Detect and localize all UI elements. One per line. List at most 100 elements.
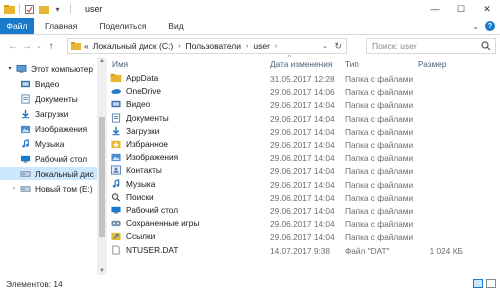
favorites-icon <box>111 140 121 149</box>
file-row[interactable]: Изображения 29.06.2017 14:04 Папка с файла… <box>107 151 500 164</box>
navigation-scrollbar[interactable]: ▲ ▼ <box>97 57 107 275</box>
tab-home[interactable]: Главная <box>34 18 88 34</box>
breadcrumb-separator[interactable]: › <box>178 43 180 50</box>
file-name: NTUSER.DAT <box>126 244 179 255</box>
music-icon <box>112 178 120 188</box>
up-button[interactable]: ↑ <box>44 37 58 55</box>
file-row[interactable]: Ссылки 29.06.2017 14:04 Папка с файлами <box>107 230 500 243</box>
file-type: Папка с файлами <box>345 166 414 177</box>
address-dropdown-icon[interactable]: ⌄ <box>322 42 328 50</box>
folder-icon <box>4 4 15 14</box>
properties-icon[interactable] <box>24 4 35 14</box>
file-name-cell: Контакты <box>110 165 162 175</box>
breadcrumb-separator[interactable]: › <box>246 43 248 50</box>
file-row[interactable]: Музыка 29.06.2017 14:04 Папка с файлами <box>107 178 500 191</box>
file-name: OneDrive <box>126 86 162 97</box>
expand-arrow-icon[interactable]: ▾ <box>6 65 14 72</box>
file-date: 29.06.2017 14:04 <box>270 192 335 203</box>
file-icon <box>112 245 120 255</box>
breadcrumb-item[interactable]: Локальный диск (C:) <box>93 41 173 51</box>
minimize-button[interactable]: — <box>422 0 448 18</box>
file-row[interactable]: Сохраненные игры 29.06.2017 14:04 Папка с … <box>107 217 500 230</box>
scroll-up-icon[interactable]: ▲ <box>97 58 107 64</box>
file-name-cell: Поиски <box>110 192 154 202</box>
search-input[interactable]: Поиск: user <box>366 38 496 54</box>
breadcrumb-item[interactable]: user <box>253 41 270 51</box>
file-name-cell: Сохраненные игры <box>110 218 199 228</box>
back-button[interactable]: ← <box>6 37 20 55</box>
nav-item-label: Этот компьютер <box>31 63 94 74</box>
chevron-down-icon[interactable]: ▾ <box>52 4 63 14</box>
file-name: Изображения <box>126 152 179 163</box>
expand-arrow-icon[interactable]: › <box>10 186 18 192</box>
column-name[interactable]: Имя <box>112 59 128 69</box>
nav-item[interactable]: Рабочий стол <box>0 152 97 165</box>
scroll-down-icon[interactable]: ▼ <box>97 268 107 274</box>
file-name-cell: AppData <box>110 73 158 83</box>
expand-ribbon-icon[interactable]: ⌄ <box>472 22 479 31</box>
scrollbar-thumb[interactable] <box>99 117 105 237</box>
tab-file[interactable]: Файл <box>0 18 34 34</box>
search-icon <box>481 41 491 51</box>
nav-item-label: Музыка <box>35 138 65 149</box>
nav-item[interactable]: Документы <box>0 92 97 105</box>
column-size[interactable]: Размер <box>418 59 447 69</box>
file-name-cell: Загрузки <box>110 126 159 136</box>
file-row[interactable]: Рабочий стол 29.06.2017 14:04 Папка с файл… <box>107 204 500 217</box>
address-bar[interactable]: « Локальный диск (C:) › Пользователи › u… <box>67 38 347 54</box>
file-row[interactable]: NTUSER.DAT 14.07.2017 9:38 Файл "DAT" 1 024… <box>107 244 500 257</box>
nav-item[interactable]: › Новый том (E:) <box>0 182 97 195</box>
file-type: Папка с файлами <box>345 206 414 216</box>
refresh-icon[interactable]: ↻ <box>334 41 342 52</box>
file-row[interactable]: Поиски 29.06.2017 14:04 Папка с файлами <box>107 191 500 204</box>
nav-item[interactable]: Локальный дис <box>0 167 97 180</box>
file-name: Документы <box>126 112 169 123</box>
file-row[interactable]: Избранное 29.06.2017 14:04 Папка с файлами <box>107 138 500 151</box>
file-date: 29.06.2017 14:04 <box>270 206 335 216</box>
file-row[interactable]: Загрузки 29.06.2017 14:04 Папка с файлами <box>107 125 500 138</box>
file-type: Папка с файлами <box>345 219 414 230</box>
pictures-icon <box>20 125 31 133</box>
file-date: 29.06.2017 14:04 <box>270 219 335 230</box>
nav-item[interactable]: ▾ Этот компьютер <box>0 62 97 75</box>
maximize-button[interactable]: ☐ <box>448 0 474 18</box>
file-row[interactable]: Видео 29.06.2017 14:04 Папка с файлами <box>107 98 500 111</box>
close-button[interactable]: ✕ <box>474 0 500 18</box>
file-row[interactable]: Контакты 29.06.2017 14:04 Папка с файлами <box>107 164 500 177</box>
nav-item[interactable]: Музыка <box>0 137 97 150</box>
breadcrumb-separator[interactable]: › <box>275 43 277 50</box>
forward-button[interactable]: → <box>20 37 34 55</box>
file-name-cell: Рабочий стол <box>110 205 178 215</box>
column-type[interactable]: Тип <box>345 59 359 69</box>
breadcrumb-item[interactable]: Пользователи <box>186 41 241 51</box>
tab-view[interactable]: Вид <box>157 18 194 34</box>
tab-share[interactable]: Поделиться <box>88 18 157 34</box>
nav-item-label: Локальный дис <box>35 168 94 179</box>
nav-item[interactable]: Изображения <box>0 122 97 135</box>
file-row[interactable]: Документы 29.06.2017 14:04 Папка с файлами <box>107 112 500 125</box>
file-list-scrollbar[interactable] <box>488 57 500 275</box>
documents-icon <box>21 93 30 104</box>
recent-locations-icon[interactable]: ⌄ <box>34 37 44 55</box>
column-date[interactable]: Дата изменения <box>270 59 332 69</box>
file-date: 29.06.2017 14:04 <box>270 179 335 190</box>
file-date: 29.06.2017 14:04 <box>270 126 335 137</box>
address-overflow-icon[interactable]: « <box>84 41 89 51</box>
drive-icon <box>20 170 31 177</box>
file-date: 29.06.2017 14:04 <box>270 100 335 111</box>
file-name: Музыка <box>126 178 156 189</box>
nav-item[interactable]: Видео <box>0 77 97 90</box>
help-icon[interactable]: ? <box>485 21 495 31</box>
file-name: Поиски <box>126 191 154 202</box>
ribbon-tabs: Файл Главная Поделиться Вид ⌄ ? <box>0 18 500 35</box>
nav-item[interactable]: Загрузки <box>0 107 97 120</box>
details-view-button[interactable] <box>473 279 483 288</box>
file-row[interactable]: OneDrive 29.06.2017 14:06 Папка с файлами <box>107 85 500 98</box>
window-controls: — ☐ ✕ <box>422 0 500 18</box>
file-name-cell: Видео <box>110 99 150 109</box>
file-date: 31.05.2017 12:28 <box>270 74 335 84</box>
large-icons-view-button[interactable] <box>486 279 496 288</box>
file-row[interactable]: AppData 31.05.2017 12:28 Папка с файлами <box>107 72 500 85</box>
new-folder-icon[interactable] <box>38 4 49 14</box>
column-headers: ^ Имя Дата изменения Тип Размер <box>107 55 500 71</box>
